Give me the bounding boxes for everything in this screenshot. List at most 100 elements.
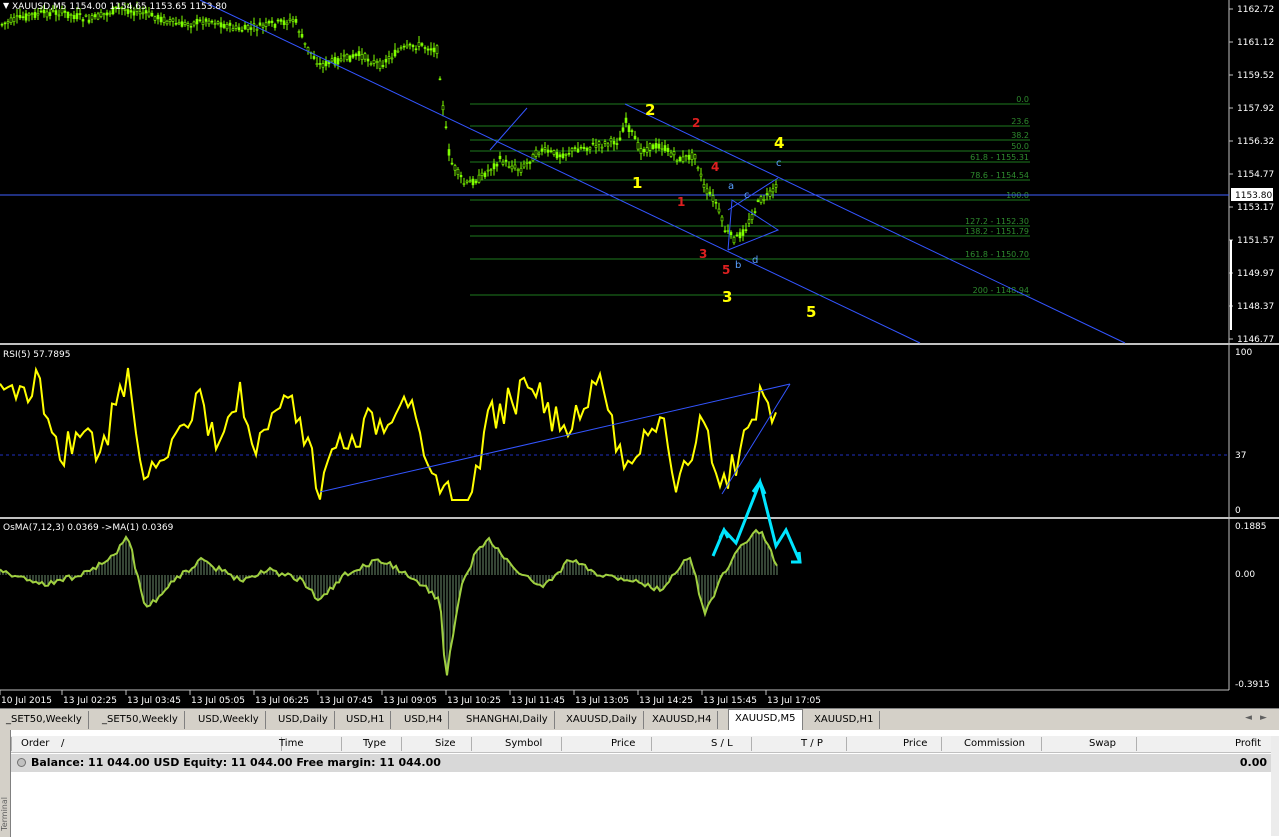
candle-body [627,125,631,133]
chart-tab[interactable]: USD,Daily [272,711,335,729]
chart-area[interactable]: 0.0 23.6 38.2 50.0 61.8 - 1155.31 78.6 - 1154… [0,0,1279,708]
column-header[interactable]: S / L [711,738,733,749]
candle-body [414,48,418,51]
candle-body [153,16,157,21]
wave-blue-d: d [752,255,758,266]
candle-body [729,231,733,236]
candle-body [318,63,322,65]
candle-body [735,234,739,237]
balance-row[interactable]: Balance: 11 044.00 USD Equity: 11 044.00… [11,754,1271,772]
price-tick-label: 1159.52 [1237,71,1274,81]
price-tick-label: 1157.92 [1237,104,1274,114]
candle-body [438,78,442,81]
candle-body [246,25,250,30]
chart-tab[interactable]: _SET50,Weekly [0,711,89,729]
candle-body [435,45,439,54]
candle-body [21,16,25,19]
candle-body [459,174,463,178]
osma-axis-zero: 0.00 [1235,570,1255,580]
column-header[interactable]: Time [279,738,303,749]
column-separator[interactable] [11,737,12,751]
candle-body [657,143,661,149]
candle-body [102,13,106,16]
column-header[interactable]: Size [435,738,456,749]
candle-body [294,19,298,23]
rsi-trendline-1[interactable] [319,383,791,493]
rsi-trendline-2[interactable] [721,383,791,495]
candle-body [606,143,610,147]
candle-body [279,19,283,22]
wave-red-1: 1 [677,195,685,209]
candle-body [132,11,136,16]
chart-tab[interactable]: USD,H4 [398,711,450,729]
channel-lower-line[interactable] [199,0,921,344]
candle-body [441,105,445,111]
candle-body [237,27,241,31]
column-separator[interactable] [1136,737,1137,751]
chart-tab[interactable]: SHANGHAI,Daily [460,711,555,729]
tab-scroll-left-icon[interactable]: ◄ [1245,713,1252,723]
column-separator[interactable] [846,737,847,751]
candle-body [696,167,700,170]
column-separator[interactable] [561,737,562,751]
column-separator[interactable] [341,737,342,751]
candle-body [285,22,289,26]
tab-scroll-right-icon[interactable]: ► [1260,713,1267,723]
column-header[interactable]: Price [903,738,927,749]
column-header[interactable]: Symbol [505,738,542,749]
triangle-pattern[interactable] [727,199,780,251]
terminal-scrollbar[interactable] [1271,736,1279,836]
column-header[interactable]: / [61,738,64,749]
candle-body [372,60,376,64]
terminal-side-label: Terminal [0,797,9,831]
column-header[interactable]: Commission [964,738,1025,749]
column-header[interactable]: T / P [801,738,823,749]
trend-line-short[interactable] [489,107,528,151]
column-header[interactable]: Profit [1235,738,1261,749]
candle-body [255,28,259,31]
column-header[interactable]: Price [611,738,635,749]
candle-body [156,14,160,20]
candle-body [744,229,748,231]
candle-body [165,20,169,25]
candle-body [15,15,19,18]
chart-tab[interactable]: _SET50,Weekly [96,711,185,729]
candle-body [141,12,145,15]
candle-body [546,149,550,153]
column-separator[interactable] [401,737,402,751]
candle-body [741,229,745,236]
column-separator[interactable] [941,737,942,751]
candle-body [705,188,709,195]
wave-red-4: 4 [711,160,719,174]
rsi-label: RSI(5) 57.7895 [3,350,70,360]
candle-body [216,21,220,24]
price-tick-label: 1161.12 [1237,38,1274,48]
column-separator[interactable] [471,737,472,751]
chart-tab[interactable]: XAUUSD,M5 [728,709,803,731]
candle-body [177,22,181,25]
candle-body [420,43,424,46]
column-header[interactable]: Type [363,738,386,749]
column-separator[interactable] [751,737,752,751]
osma-axis-bottom: -0.3915 [1235,680,1270,690]
column-separator[interactable] [1041,737,1042,751]
wave-yellow-3: 3 [722,288,732,306]
chart-tab[interactable]: XAUUSD,H1 [808,711,881,729]
chart-tab[interactable]: XAUUSD,H4 [646,711,719,729]
candle-body [375,61,379,63]
chart-tab[interactable]: USD,H1 [340,711,392,729]
chart-menu-icon[interactable]: ▼ [3,1,10,10]
candle-body [93,14,97,18]
candle-body [489,169,493,171]
chart-tab[interactable]: USD,Weekly [192,711,266,729]
chart-tab[interactable]: XAUUSD,Daily [560,711,644,729]
column-header[interactable]: Swap [1089,738,1116,749]
column-header[interactable]: Order [21,738,49,749]
column-separator[interactable] [651,737,652,751]
candle-body [759,196,763,203]
candle-body [501,161,505,165]
chart-canvas[interactable]: 0.0 23.6 38.2 50.0 61.8 - 1155.31 78.6 - 1154… [0,0,1279,708]
candle-body [555,152,559,159]
candle-body [195,18,199,25]
rsi-axis-0: 0 [1235,506,1241,516]
